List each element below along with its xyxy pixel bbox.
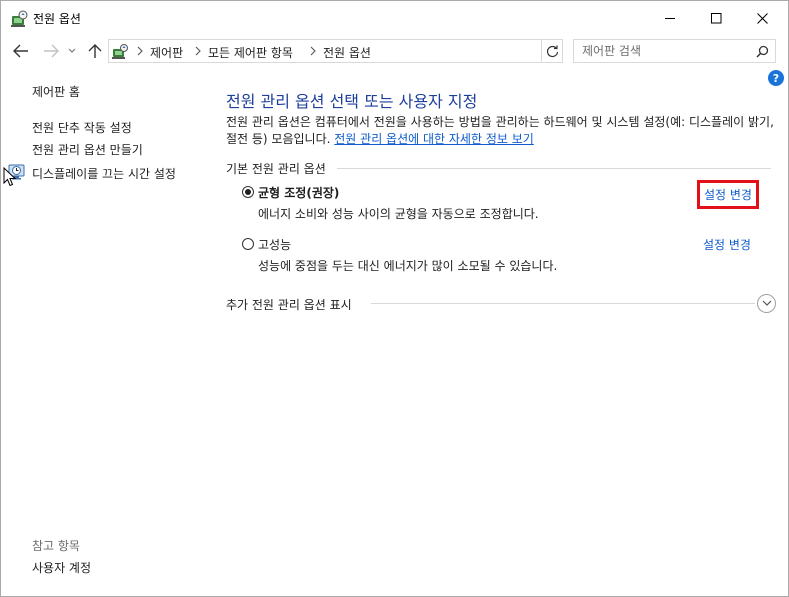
close-button[interactable] xyxy=(739,1,785,35)
balanced-change-settings-link[interactable]: 설정 변경 xyxy=(697,180,759,209)
main-content: 전원 관리 옵션 선택 또는 사용자 지정 전원 관리 옵션은 컴퓨터에서 전원… xyxy=(206,67,788,596)
page-title: 전원 관리 옵션 선택 또는 사용자 지정 xyxy=(226,92,478,111)
left-pane: 제어판 홈 전원 단추 작동 설정 전원 관리 옵션 만들기 디스플레이를 끄는… xyxy=(1,67,206,596)
control-panel-icon xyxy=(112,44,128,59)
chevron-right-icon xyxy=(137,46,143,56)
additional-plans-divider xyxy=(371,303,755,304)
show-additional-plans-label[interactable]: 추가 전원 관리 옵션 표시 xyxy=(226,296,352,313)
expand-additional-plans-button[interactable] xyxy=(757,294,776,313)
user-accounts-link[interactable]: 사용자 계정 xyxy=(32,559,91,576)
window-title: 전원 옵션 xyxy=(33,12,81,26)
breadcrumb-all-items[interactable]: 모든 제어판 항목 xyxy=(208,44,293,61)
high-performance-plan-radio[interactable] xyxy=(242,238,254,250)
high-performance-plan-description: 성능에 중점을 두는 대신 에너지가 많이 소모될 수 있습니다. xyxy=(258,259,558,273)
power-options-icon xyxy=(11,10,28,27)
balanced-plan-description: 에너지 소비와 성능 사이의 균형을 자동으로 조정합니다. xyxy=(258,207,539,221)
section-divider xyxy=(337,168,771,169)
high-performance-change-settings-link[interactable]: 설정 변경 xyxy=(703,236,751,253)
page-description: 전원 관리 옵션은 컴퓨터에서 전원을 사용하는 방법을 관리하는 하드웨어 및… xyxy=(226,114,778,148)
arrow-up-icon xyxy=(88,44,102,58)
see-also-heading: 참고 항목 xyxy=(32,539,80,553)
up-button[interactable] xyxy=(85,41,105,61)
power-button-settings-link[interactable]: 전원 단추 작동 설정 xyxy=(32,119,132,136)
minimize-icon xyxy=(664,17,675,19)
create-power-plan-link[interactable]: 전원 관리 옵션 만들기 xyxy=(32,141,143,158)
chevron-right-icon xyxy=(195,46,201,56)
breadcrumb-control-panel[interactable]: 제어판 xyxy=(150,44,183,61)
back-button[interactable] xyxy=(11,41,31,61)
chevron-right-icon xyxy=(310,46,316,56)
maximize-icon xyxy=(710,12,721,23)
search-icon[interactable] xyxy=(756,45,769,58)
address-bar[interactable]: 제어판 모든 제어판 항목 전원 옵션 xyxy=(108,39,640,63)
refresh-button[interactable] xyxy=(541,39,563,63)
refresh-icon xyxy=(546,45,559,57)
minimize-button[interactable] xyxy=(647,1,693,35)
learn-more-link[interactable]: 전원 관리 옵션에 대한 자세한 정보 보기 xyxy=(334,132,534,146)
search-box[interactable] xyxy=(573,39,776,63)
recent-locations-button[interactable] xyxy=(65,41,79,61)
control-panel-home-link[interactable]: 제어판 홈 xyxy=(32,83,80,100)
navigation-bar: 제어판 모든 제어판 항목 전원 옵션 xyxy=(1,35,788,67)
chevron-down-icon xyxy=(762,300,771,306)
breadcrumb-power-options[interactable]: 전원 옵션 xyxy=(323,44,371,61)
forward-button[interactable] xyxy=(41,41,61,61)
balanced-plan-radio[interactable] xyxy=(242,186,254,198)
arrow-left-icon xyxy=(13,44,28,58)
arrow-right-icon xyxy=(44,44,59,58)
chevron-down-icon xyxy=(68,48,76,53)
search-input[interactable] xyxy=(582,43,752,59)
close-icon xyxy=(756,12,768,24)
mouse-cursor-icon xyxy=(3,167,17,187)
balanced-plan-name[interactable]: 균형 조정(권장) xyxy=(258,184,339,201)
power-options-window: 전원 옵션 제어판 모든 제어판 항목 전원 옵션 제어판 검색 제어판 홈 전… xyxy=(0,0,789,597)
title-bar[interactable]: 전원 옵션 xyxy=(1,1,788,35)
maximize-button[interactable] xyxy=(693,1,739,35)
high-performance-plan-name[interactable]: 고성능 xyxy=(258,236,291,253)
preferred-plans-heading: 기본 전원 관리 옵션 xyxy=(226,162,326,176)
display-off-time-link[interactable]: 디스플레이를 끄는 시간 설정 xyxy=(32,165,176,182)
